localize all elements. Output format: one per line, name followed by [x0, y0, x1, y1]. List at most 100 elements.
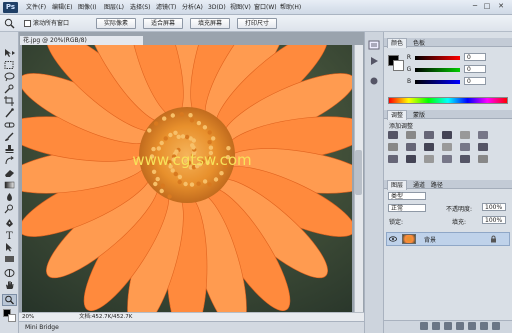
- marquee-tool-icon[interactable]: [3, 60, 16, 70]
- background-color-swatch[interactable]: [8, 314, 16, 322]
- path-selection-tool-icon[interactable]: [3, 242, 16, 252]
- tab-masks[interactable]: 蒙版: [413, 112, 425, 119]
- adjustment-icon[interactable]: [388, 143, 398, 151]
- actual-pixels-button[interactable]: 实际像素: [96, 18, 136, 29]
- color-g-slider[interactable]: [415, 68, 460, 72]
- print-size-button[interactable]: 打印尺寸: [237, 18, 277, 29]
- fit-screen-button[interactable]: 适合屏幕: [143, 18, 183, 29]
- color-r-slider[interactable]: [415, 56, 460, 60]
- lasso-tool-icon[interactable]: [3, 72, 16, 82]
- type-tool-icon[interactable]: T: [3, 230, 16, 242]
- move-tool-icon[interactable]: [3, 48, 16, 58]
- layers-footer-icon[interactable]: [456, 322, 464, 330]
- brush-panel-icon[interactable]: [368, 76, 380, 86]
- adjustment-icon[interactable]: [460, 155, 470, 163]
- floret: [202, 125, 208, 130]
- adjustment-icon[interactable]: [478, 131, 488, 139]
- menu-file[interactable]: 文件(F): [26, 3, 46, 13]
- shape-tool-icon[interactable]: [3, 254, 16, 264]
- menu-3d[interactable]: 3D(D): [208, 3, 226, 13]
- actions-panel-icon[interactable]: [368, 56, 380, 66]
- floret: [207, 182, 212, 187]
- opacity-value[interactable]: 100%: [482, 203, 506, 211]
- layers-footer-icon[interactable]: [432, 322, 440, 330]
- fill-value[interactable]: 100%: [482, 216, 506, 224]
- adjustment-icon[interactable]: [460, 131, 470, 139]
- adjustment-icon[interactable]: [406, 143, 416, 151]
- tab-paths[interactable]: 路径: [431, 182, 443, 189]
- tab-swatches[interactable]: 色板: [413, 40, 425, 47]
- adjustment-icon[interactable]: [424, 143, 434, 151]
- adjustment-icon[interactable]: [478, 155, 488, 163]
- scroll-all-windows-checkbox[interactable]: [24, 20, 31, 27]
- fill-screen-button[interactable]: 填充屏幕: [190, 18, 230, 29]
- color-b-slider[interactable]: [415, 80, 460, 84]
- color-panel-background[interactable]: [393, 60, 404, 71]
- tab-layers[interactable]: 图层: [387, 180, 408, 190]
- adjustment-icon[interactable]: [388, 155, 398, 163]
- tab-adjustments[interactable]: 调整: [387, 110, 408, 120]
- menu-filter[interactable]: 滤镜(T): [156, 3, 176, 13]
- layers-footer-icon[interactable]: [420, 322, 428, 330]
- image-canvas[interactable]: www.cgtsw.com: [22, 45, 352, 312]
- eyedropper-tool-icon[interactable]: [3, 108, 16, 118]
- brush-tool-icon[interactable]: [3, 132, 16, 142]
- history-brush-tool-icon[interactable]: [3, 156, 16, 166]
- eraser-tool-icon[interactable]: [3, 168, 16, 178]
- color-b-value[interactable]: 0: [464, 77, 486, 85]
- tab-color[interactable]: 颜色: [387, 38, 408, 48]
- maximize-button[interactable]: □: [482, 2, 492, 11]
- color-r-value[interactable]: 0: [464, 53, 486, 61]
- quick-selection-tool-icon[interactable]: [3, 84, 16, 94]
- adjustment-icon[interactable]: [388, 131, 398, 139]
- crop-tool-icon[interactable]: [3, 96, 16, 106]
- gradient-tool-icon[interactable]: [3, 180, 16, 190]
- document-tab[interactable]: 花.jpg @ 20%(RGB/8): [19, 35, 144, 45]
- blend-mode-select[interactable]: 正常: [388, 204, 426, 212]
- healing-brush-tool-icon[interactable]: [3, 120, 16, 130]
- floret: [155, 176, 160, 182]
- adjustment-icon[interactable]: [406, 131, 416, 139]
- tab-channels[interactable]: 通道: [413, 182, 425, 189]
- layer-kind-filter[interactable]: 类型: [388, 192, 426, 200]
- zoom-level[interactable]: 20%: [22, 313, 34, 321]
- menu-window[interactable]: 窗口(W): [254, 3, 277, 13]
- adjustment-icon[interactable]: [424, 155, 434, 163]
- zoom-tool-icon[interactable]: [4, 18, 15, 29]
- menu-analysis[interactable]: 分析(A): [182, 3, 203, 13]
- menu-select[interactable]: 选择(S): [130, 3, 151, 13]
- layers-footer-icon[interactable]: [468, 322, 476, 330]
- adjustment-icon[interactable]: [442, 155, 452, 163]
- color-spectrum-ramp[interactable]: [388, 97, 508, 104]
- menu-image[interactable]: 图像(I): [78, 3, 96, 13]
- layers-footer-icon[interactable]: [444, 322, 452, 330]
- color-g-value[interactable]: 0: [464, 65, 486, 73]
- blur-tool-icon[interactable]: [3, 192, 16, 202]
- adjustment-icon[interactable]: [442, 143, 452, 151]
- menu-help[interactable]: 帮助(H): [280, 3, 301, 13]
- layers-footer-icon[interactable]: [480, 322, 488, 330]
- 3d-rotate-tool-icon[interactable]: [3, 268, 16, 278]
- menu-edit[interactable]: 编辑(E): [52, 3, 72, 13]
- minimize-button[interactable]: ─: [470, 2, 480, 11]
- history-panel-icon[interactable]: [368, 40, 380, 50]
- adjustment-icon[interactable]: [478, 143, 488, 151]
- menu-layer[interactable]: 图层(L): [104, 3, 124, 13]
- close-button[interactable]: ✕: [496, 2, 506, 11]
- pen-tool-icon[interactable]: [3, 218, 16, 228]
- vertical-scrollbar-thumb[interactable]: [355, 150, 362, 195]
- layers-footer-icon[interactable]: [492, 322, 500, 330]
- clone-stamp-tool-icon[interactable]: [3, 144, 16, 154]
- adjustment-icon[interactable]: [442, 131, 452, 139]
- layer-name[interactable]: 背景: [424, 235, 436, 244]
- dodge-tool-icon[interactable]: [3, 204, 16, 214]
- adjustment-icon[interactable]: [424, 131, 434, 139]
- mini-bridge-tab[interactable]: Mini Bridge: [25, 322, 59, 333]
- adjustment-icon[interactable]: [460, 143, 470, 151]
- menu-view[interactable]: 视图(V): [230, 3, 251, 13]
- adjustment-icon[interactable]: [406, 155, 416, 163]
- zoom-tool-active[interactable]: [2, 294, 17, 306]
- layers-footer-icons: [420, 322, 510, 331]
- layer-visibility-eye-icon[interactable]: [389, 236, 397, 242]
- hand-tool-icon[interactable]: [3, 280, 16, 290]
